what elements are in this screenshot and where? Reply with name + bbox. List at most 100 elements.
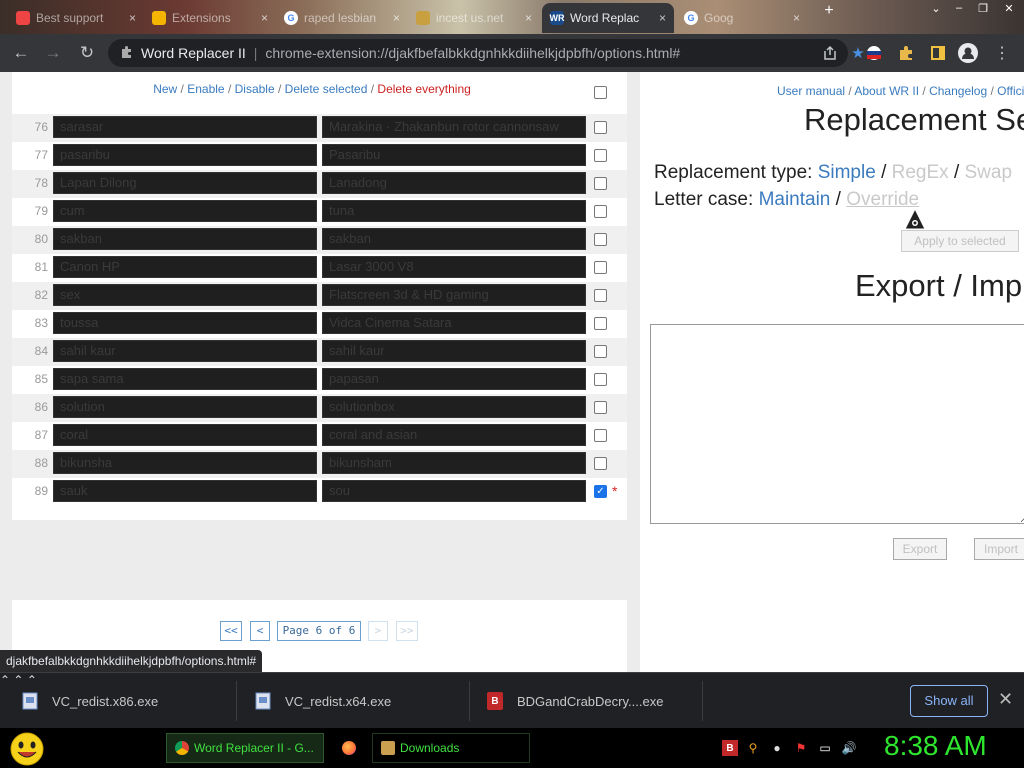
new-link[interactable]: New (153, 82, 177, 96)
apply-to-selected-button[interactable]: Apply to selected (901, 230, 1019, 252)
show-all-button[interactable]: Show all (910, 685, 988, 717)
find-field[interactable]: cum (53, 200, 317, 222)
tab-google[interactable]: G Goog × (676, 3, 808, 33)
row-checkbox[interactable] (594, 373, 607, 386)
forward-button[interactable]: → (42, 42, 64, 64)
changelog-link[interactable]: Changelog (929, 84, 987, 98)
simple-option[interactable]: Simple (818, 162, 876, 183)
restore-button[interactable]: ❐ (972, 2, 994, 16)
find-field[interactable]: sakban (53, 228, 317, 250)
network-tray-icon[interactable]: ▭ (817, 740, 833, 756)
reading-list-icon[interactable] (928, 43, 948, 63)
replace-field[interactable]: Flatscreen 3d & HD gaming (322, 284, 586, 306)
import-button[interactable]: Import (974, 538, 1024, 560)
tab-search-icon[interactable]: ⌄ (925, 2, 947, 16)
replace-field[interactable]: sou (322, 480, 586, 502)
close-downloads-icon[interactable]: ✕ (998, 689, 1013, 710)
replace-field[interactable]: bikunsham (322, 452, 586, 474)
disable-link[interactable]: Disable (235, 82, 275, 96)
find-field[interactable]: sarasar (53, 116, 317, 138)
tab-close-icon[interactable]: × (261, 11, 268, 25)
start-button-smiley-icon[interactable] (8, 730, 46, 766)
row-checkbox[interactable] (594, 205, 607, 218)
override-option[interactable]: Override (846, 189, 919, 210)
menu-kebab-icon[interactable]: ⋮ (992, 43, 1012, 63)
tab-close-icon[interactable]: × (129, 11, 136, 25)
find-field[interactable]: coral (53, 424, 317, 446)
tab-extensions[interactable]: Extensions × (144, 3, 276, 33)
back-button[interactable]: ← (10, 42, 32, 64)
select-all-checkbox[interactable] (594, 86, 607, 99)
row-checkbox[interactable] (594, 289, 607, 302)
enable-link[interactable]: Enable (187, 82, 224, 96)
tab-word-replacer[interactable]: WR Word Replac × (542, 3, 674, 33)
find-field[interactable]: toussa (53, 312, 317, 334)
circle-tray-icon[interactable]: ● (769, 740, 785, 756)
delete-selected-link[interactable]: Delete selected (285, 82, 368, 96)
replace-field[interactable]: sahil kaur (322, 340, 586, 362)
last-page-button[interactable]: >> (396, 621, 418, 641)
tab-site[interactable]: incest us.net × (408, 3, 540, 33)
row-checkbox[interactable] (594, 429, 607, 442)
official-link[interactable]: Offici (997, 84, 1024, 98)
replace-field[interactable]: Pasaribu (322, 144, 586, 166)
replace-field[interactable]: Lasar 3000 V8 (322, 256, 586, 278)
row-checkbox[interactable]: ✓ (594, 485, 607, 498)
tab-close-icon[interactable]: × (525, 11, 532, 25)
extension-flag-icon[interactable] (864, 43, 884, 63)
row-checkbox[interactable] (594, 177, 607, 190)
bitdefender-tray-icon[interactable]: B (722, 740, 738, 756)
find-field[interactable]: sahil kaur (53, 340, 317, 362)
row-checkbox[interactable] (594, 401, 607, 414)
find-field[interactable]: Lapan Dilong (53, 172, 317, 194)
profile-avatar-icon[interactable] (958, 43, 978, 63)
export-button[interactable]: Export (893, 538, 947, 560)
taskbar-downloads-folder[interactable]: Downloads (372, 733, 530, 763)
taskbar-clock[interactable]: 8:38 AM (884, 730, 987, 762)
find-field[interactable]: sex (53, 284, 317, 306)
row-checkbox[interactable] (594, 317, 607, 330)
tab-best-support[interactable]: Best support × (8, 3, 144, 33)
address-bar[interactable]: Word Replacer II | chrome-extension://dj… (108, 39, 848, 67)
next-page-button[interactable]: > (368, 621, 388, 641)
find-field[interactable]: bikunsha (53, 452, 317, 474)
user-manual-link[interactable]: User manual (777, 84, 845, 98)
row-checkbox[interactable] (594, 233, 607, 246)
row-checkbox[interactable] (594, 121, 607, 134)
regex-option[interactable]: RegEx (892, 162, 949, 183)
row-checkbox[interactable] (594, 457, 607, 470)
replace-field[interactable]: Marakina · Zhakanbun rotor cannonsaw (322, 116, 586, 138)
volume-tray-icon[interactable]: 🔊 (841, 740, 857, 756)
row-checkbox[interactable] (594, 261, 607, 274)
find-field[interactable]: sapa sama (53, 368, 317, 390)
replace-field[interactable]: Vidca Cinema Satara (322, 312, 586, 334)
replace-field[interactable]: solutionbox (322, 396, 586, 418)
share-icon[interactable] (820, 43, 840, 63)
search-tray-icon[interactable]: ⚲ (745, 740, 761, 756)
taskbar-firefox[interactable] (334, 733, 364, 763)
download-item[interactable]: VC_redist.x86.exe (22, 673, 158, 729)
replace-field[interactable]: coral and asian (322, 424, 586, 446)
replace-field[interactable]: sakban (322, 228, 586, 250)
row-checkbox[interactable] (594, 345, 607, 358)
row-checkbox[interactable] (594, 149, 607, 162)
about-link[interactable]: About WR II (854, 84, 919, 98)
download-item[interactable]: B BDGandCrabDecry....exe (487, 673, 663, 729)
first-page-button[interactable]: << (220, 621, 242, 641)
find-field[interactable]: sauk (53, 480, 317, 502)
find-field[interactable]: Canon HP (53, 256, 317, 278)
find-field[interactable]: solution (53, 396, 317, 418)
maintain-option[interactable]: Maintain (759, 189, 831, 210)
action-center-flag-icon[interactable]: ⚑ (793, 740, 809, 756)
chevron-up-icon[interactable]: ⌃ (0, 673, 10, 687)
reload-button[interactable]: ↻ (76, 42, 98, 64)
replace-field[interactable]: Lanadong (322, 172, 586, 194)
tab-close-icon[interactable]: × (393, 11, 400, 25)
delete-everything-link[interactable]: Delete everything (377, 82, 470, 96)
puzzle-extensions-icon[interactable] (896, 43, 916, 63)
new-tab-button[interactable]: + (818, 2, 840, 19)
export-import-textarea[interactable] (650, 324, 1024, 524)
replace-field[interactable]: tuna (322, 200, 586, 222)
taskbar-chrome-window[interactable]: Word Replacer II - G... (166, 733, 324, 763)
replace-field[interactable]: papasan (322, 368, 586, 390)
